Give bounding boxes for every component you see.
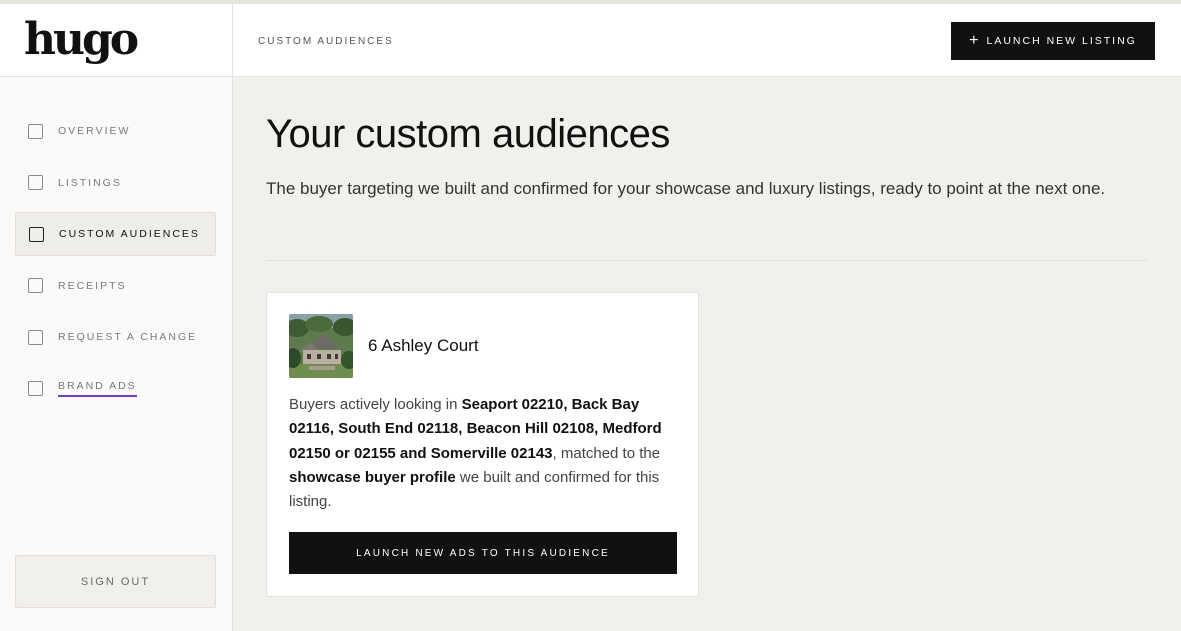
sidebar-item-label: OVERVIEW (58, 125, 131, 137)
audience-card: 6 Ashley Court Buyers actively looking i… (266, 292, 699, 597)
page-title: Your custom audiences (266, 112, 670, 156)
sidebar-item-label: REQUEST A CHANGE (58, 331, 198, 343)
brand-logo[interactable]: hugo (24, 18, 139, 62)
buyer-profile: showcase buyer profile (289, 468, 456, 486)
checkbox-icon (28, 329, 43, 345)
launch-new-listing-button[interactable]: + LAUNCH NEW LISTING (951, 22, 1155, 60)
plus-icon: + (969, 32, 979, 49)
sidebar: hugo OVERVIEW LISTINGS CUSTOM AUDIENCES … (0, 4, 233, 631)
checkbox-icon (29, 226, 44, 242)
breadcrumb: CUSTOM AUDIENCES (258, 36, 394, 47)
top-header: CUSTOM AUDIENCES + LAUNCH NEW LISTING (233, 4, 1181, 77)
sidebar-item-custom-audiences[interactable]: CUSTOM AUDIENCES (15, 212, 216, 256)
checkbox-icon (28, 278, 43, 293)
audience-description: Buyers actively looking in Seaport 02210… (289, 393, 681, 514)
sidebar-item-brand-ads[interactable]: BRAND ADS (15, 367, 216, 411)
sidebar-item-receipts[interactable]: RECEIPTS (15, 264, 216, 308)
launch-ads-button[interactable]: LAUNCH NEW ADS TO THIS AUDIENCE (289, 532, 677, 574)
sidebar-nav: OVERVIEW LISTINGS CUSTOM AUDIENCES RECEI… (15, 109, 216, 418)
sidebar-item-label: LISTINGS (58, 176, 122, 189)
logo-area: hugo (0, 4, 232, 77)
divider (266, 260, 1148, 261)
sidebar-item-listings[interactable]: LISTINGS (15, 161, 216, 205)
house-photo-icon (289, 314, 353, 378)
sign-out-button[interactable]: SIGN OUT (15, 555, 216, 608)
listing-thumbnail (289, 314, 353, 378)
sidebar-item-request-a-change[interactable]: REQUEST A CHANGE (15, 315, 216, 359)
sidebar-item-overview[interactable]: OVERVIEW (15, 109, 216, 153)
page-subtitle: The buyer targeting we built and confirm… (266, 179, 1106, 198)
checkbox-icon (28, 381, 43, 396)
checkbox-icon (28, 123, 43, 139)
description-middle: , matched to the (552, 444, 661, 462)
sidebar-item-label: CUSTOM AUDIENCES (59, 228, 200, 240)
sidebar-item-label: RECEIPTS (58, 279, 127, 292)
description-prefix: Buyers actively looking in (289, 396, 462, 413)
sidebar-item-label: BRAND ADS (58, 380, 137, 397)
listing-address: 6 Ashley Court (368, 336, 479, 355)
launch-button-label: LAUNCH NEW LISTING (986, 35, 1137, 47)
checkbox-icon (28, 175, 43, 190)
